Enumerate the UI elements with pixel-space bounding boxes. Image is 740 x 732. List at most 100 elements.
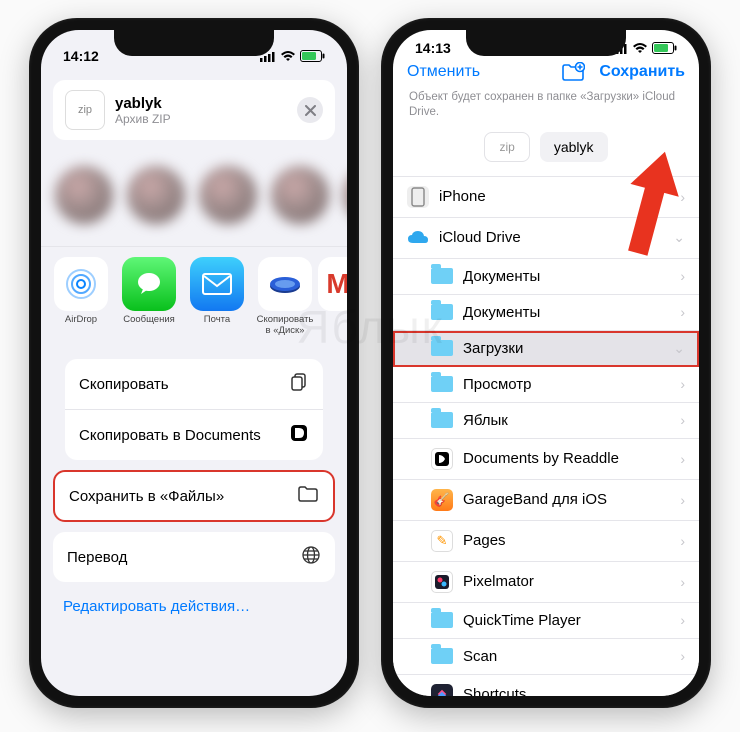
edit-actions-link[interactable]: Редактировать действия… <box>41 582 347 631</box>
folder-icon <box>431 376 453 392</box>
app-more[interactable]: M <box>321 257 347 337</box>
action-label: Перевод <box>67 549 127 566</box>
pages-icon: ✎ <box>431 530 453 552</box>
app-airdrop[interactable]: AirDrop <box>49 257 113 337</box>
chevron-down-icon: ⌄ <box>673 340 685 357</box>
folder-label: Загрузки <box>463 340 523 357</box>
avatar[interactable] <box>343 166 347 224</box>
action-label: Сохранить в «Файлы» <box>69 488 224 505</box>
app-mail[interactable]: Почта <box>185 257 249 337</box>
app-label: AirDrop <box>65 315 97 337</box>
chevron-right-icon: › <box>680 451 685 467</box>
shortcuts-icon <box>431 684 453 696</box>
avatar[interactable] <box>199 166 257 224</box>
phone-left: 14:12 zip yablyk Архив ZIP <box>29 18 359 708</box>
globe-icon <box>301 545 321 569</box>
folder-row[interactable]: Документы › <box>393 259 699 295</box>
save-hint-text: Объект будет сохранен в папке «Загрузки»… <box>393 88 699 128</box>
folder-row-downloads[interactable]: Загрузки ⌄ <box>393 331 699 367</box>
share-file-subtitle: Архив ZIP <box>115 112 171 126</box>
location-icloud-drive[interactable]: iCloud Drive ⌄ <box>393 218 699 259</box>
airdrop-contacts-row <box>41 150 347 240</box>
status-time: 14:13 <box>415 40 451 56</box>
chevron-right-icon: › <box>680 189 685 205</box>
folder-icon <box>431 268 453 284</box>
action-copy[interactable]: Скопировать <box>65 359 323 410</box>
folder-icon <box>297 485 319 507</box>
chevron-right-icon: › <box>680 612 685 628</box>
notch <box>114 30 274 56</box>
app-messages[interactable]: Сообщения <box>117 257 181 337</box>
folder-label: Документы <box>463 304 540 321</box>
folder-icon <box>431 612 453 628</box>
folder-icon <box>431 340 453 356</box>
location-label: iCloud Drive <box>439 229 521 246</box>
action-save-to-files[interactable]: Сохранить в «Файлы» <box>53 470 335 522</box>
location-list: iPhone › iCloud Drive ⌄ Документы › Доку… <box>393 176 699 696</box>
filename-chip[interactable]: yablyk <box>540 132 608 162</box>
chevron-right-icon: › <box>680 268 685 284</box>
wifi-icon <box>280 50 296 62</box>
app-folder-label: GarageBand для iOS <box>463 491 607 508</box>
location-iphone[interactable]: iPhone › <box>393 177 699 218</box>
avatar[interactable] <box>127 166 185 224</box>
app-label: Сообщения <box>123 315 175 337</box>
documents-app-icon <box>431 448 453 470</box>
screen-save-to-files: 14:13 Отменить Сохранить Объект будет со… <box>393 30 699 696</box>
screen-share-sheet: 14:12 zip yablyk Архив ZIP <box>41 30 347 696</box>
chevron-right-icon: › <box>680 412 685 428</box>
phone-right: 14:13 Отменить Сохранить Объект будет со… <box>381 18 711 708</box>
app-folder-row[interactable]: 🎸 GarageBand для iOS › <box>393 480 699 521</box>
app-folder-row[interactable]: QuickTime Player › <box>393 603 699 639</box>
location-label: iPhone <box>439 188 486 205</box>
share-file-name: yablyk <box>115 95 171 112</box>
folder-row[interactable]: Просмотр › <box>393 367 699 403</box>
chevron-down-icon: ⌄ <box>673 229 685 246</box>
save-button[interactable]: Сохранить <box>599 63 685 81</box>
app-folder-label: Shortcuts <box>463 686 526 696</box>
app-copy-to-disk[interactable]: Скопировать в «Диск» <box>253 257 317 337</box>
action-list-1: Скопировать Скопировать в Documents <box>65 359 323 460</box>
folder-label: Просмотр <box>463 376 532 393</box>
app-folder-label: QuickTime Player <box>463 612 581 629</box>
close-button[interactable] <box>297 97 323 123</box>
chevron-right-icon: › <box>680 376 685 392</box>
iphone-icon <box>407 186 429 208</box>
app-folder-row[interactable]: Documents by Readdle › <box>393 439 699 480</box>
action-translate[interactable]: Перевод <box>53 532 335 582</box>
app-folder-row[interactable]: Scan › <box>393 639 699 675</box>
new-folder-button[interactable] <box>561 62 585 82</box>
chevron-right-icon: › <box>680 648 685 664</box>
action-label: Скопировать в Documents <box>79 427 261 444</box>
action-copy-to-documents[interactable]: Скопировать в Documents <box>65 410 323 460</box>
folder-icon <box>431 412 453 428</box>
share-file-header: zip yablyk Архив ZIP <box>53 80 335 140</box>
garageband-icon: 🎸 <box>431 489 453 511</box>
folder-row[interactable]: Яблык › <box>393 403 699 439</box>
app-folder-label: Documents by Readdle <box>463 450 619 467</box>
app-folder-label: Scan <box>463 648 497 665</box>
chevron-right-icon: › <box>680 304 685 320</box>
avatar[interactable] <box>271 166 329 224</box>
app-folder-row[interactable]: Shortcuts › <box>393 675 699 696</box>
battery-icon <box>652 42 677 54</box>
app-folder-row[interactable]: ✎ Pages › <box>393 521 699 562</box>
chevron-right-icon: › <box>680 533 685 549</box>
file-chips: zip yablyk <box>393 128 699 176</box>
avatar[interactable] <box>55 166 113 224</box>
wifi-icon <box>632 42 648 54</box>
app-label: Скопировать в «Диск» <box>253 315 317 337</box>
folder-row[interactable]: Документы › <box>393 295 699 331</box>
chevron-right-icon: › <box>680 492 685 508</box>
app-folder-label: Pixelmator <box>463 573 534 590</box>
nav-bar: Отменить Сохранить <box>393 56 699 88</box>
folder-icon <box>431 304 453 320</box>
chevron-right-icon: › <box>680 574 685 590</box>
cancel-button[interactable]: Отменить <box>407 63 480 81</box>
app-folder-row[interactable]: Pixelmator › <box>393 562 699 603</box>
action-label: Скопировать <box>79 376 169 393</box>
chevron-right-icon: › <box>680 687 685 696</box>
folder-label: Яблык <box>463 412 508 429</box>
copy-icon <box>289 372 309 396</box>
folder-icon <box>431 648 453 664</box>
